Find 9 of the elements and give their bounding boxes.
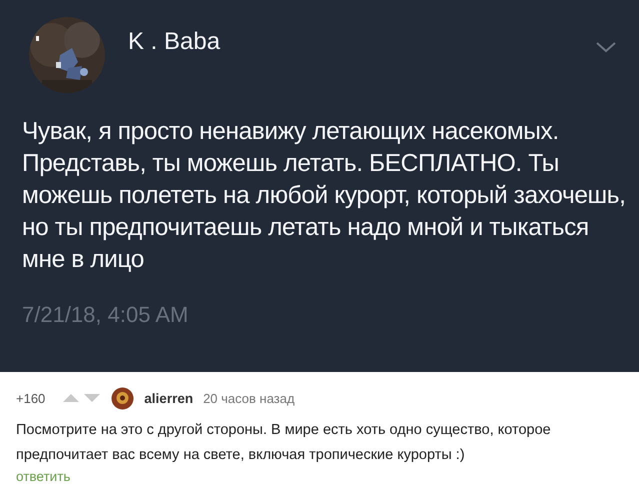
author-name: K . Baba bbox=[128, 28, 222, 56]
comment-rating: +160 bbox=[16, 390, 46, 406]
comment-author[interactable]: alierren bbox=[144, 390, 194, 406]
tweet-text: Чувак, я просто ненавижу летающих насекомых. Представь, ты можешь летать. БЕСПЛАТНО. Ты можешь полететь на любой курорт, который захочешь, но ты предпочитаешь летать надо мной и тыкаться мне в лицо bbox=[22, 117, 627, 275]
vote-arrows-icon[interactable] bbox=[63, 393, 102, 403]
comment-text: Посмотрите на это с другой стороны. В мире есть хоть одно существо, которое предпочитает вас всему на свете, включая тропические курорты :) bbox=[16, 421, 552, 465]
tweet-timestamp: 7/21/18, 4:05 AM bbox=[22, 302, 190, 328]
chevron-down-icon[interactable] bbox=[595, 40, 617, 54]
comment-time: 20 часов назад bbox=[203, 390, 295, 406]
